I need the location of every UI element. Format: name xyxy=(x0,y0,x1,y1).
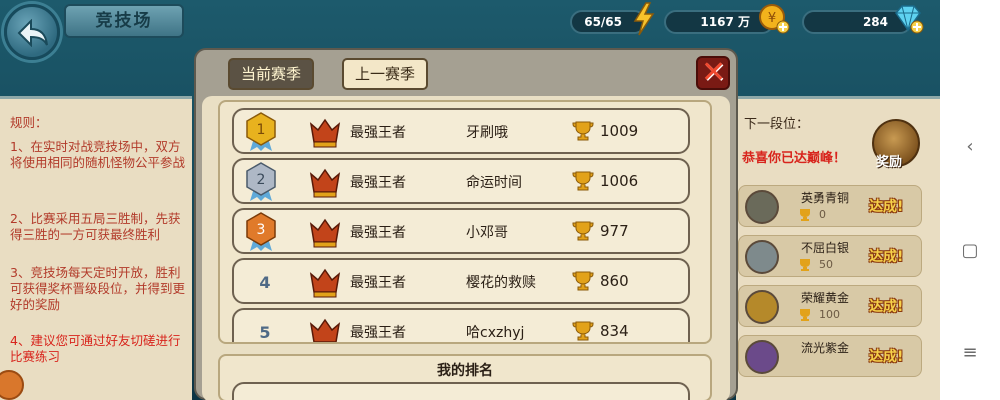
back-arrow-icon xyxy=(17,19,48,47)
trophy-icon xyxy=(572,321,594,341)
player-score: 977 xyxy=(600,222,629,240)
nav-back-icon[interactable]: ‹ xyxy=(940,136,1000,157)
player-title: 最强王者 xyxy=(350,125,406,141)
player-score: 834 xyxy=(600,322,629,340)
gold-coin-icon[interactable]: ¥ xyxy=(758,3,790,35)
rule-item: 1、在实时对战竞技场中，双方将使用相同的随机怪物公平参战 xyxy=(10,139,186,170)
tier-emblem-icon xyxy=(745,190,779,224)
close-x-icon: ✕ xyxy=(701,55,727,90)
player-title: 最强王者 xyxy=(350,225,406,241)
tier-name: 英勇青铜 xyxy=(801,191,850,205)
tier-emblem-icon xyxy=(745,340,779,374)
trophy-icon xyxy=(572,171,594,191)
my-rank-section: 我的排名 xyxy=(218,354,712,400)
trophy-icon xyxy=(800,209,810,221)
trophy-icon xyxy=(800,309,810,321)
leaderboard-row[interactable]: 1 最强王者 牙刷哦 1009 xyxy=(232,108,690,154)
tier-status: 达成! xyxy=(869,249,904,265)
bronze-medal-icon: 3 xyxy=(246,212,276,251)
gem-value: 284 xyxy=(862,15,888,29)
medal-rank: 3 xyxy=(257,222,266,238)
back-button[interactable] xyxy=(4,4,60,60)
leaderboard-row[interactable]: 3 最强王者 小邓哥 977 xyxy=(232,208,690,254)
tier-value: 0 xyxy=(819,208,826,221)
leaderboard-list[interactable]: 1 最强王者 牙刷哦 1009 2 最强王者 命运时间 1006 3 最强王者 … xyxy=(218,100,712,344)
my-rank-row[interactable] xyxy=(232,382,690,400)
player-score: 1009 xyxy=(600,122,639,140)
tier-row: 不屈白银 50 达成! xyxy=(738,235,922,277)
gold-value: 1167 万 xyxy=(700,15,750,29)
player-name: 牙刷哦 xyxy=(466,125,508,141)
player-title: 最强王者 xyxy=(350,175,406,191)
silver-medal-icon: 2 xyxy=(246,162,276,201)
player-rank: 5 xyxy=(259,323,271,342)
tab-current-season[interactable]: 当前赛季 xyxy=(228,58,314,90)
medal-rank: 2 xyxy=(257,172,266,188)
nav-home-icon[interactable]: ▢ xyxy=(940,240,1000,261)
tier-name: 不屈白银 xyxy=(801,241,850,255)
leaderboard-row[interactable]: 2 最强王者 命运时间 1006 xyxy=(232,158,690,204)
lightning-icon xyxy=(633,2,655,36)
rules-panel: 规则： 1、在实时对战竞技场中，双方将使用相同的随机怪物公平参战 2、比赛采用五… xyxy=(0,96,192,400)
tier-status: 达成! xyxy=(869,299,904,315)
tier-status: 达成! xyxy=(869,199,904,215)
rule-item: 2、比赛采用五局三胜制，先获得三胜的一方可获最终胜利 xyxy=(10,211,181,242)
player-name: 哈cxzhyj xyxy=(466,325,525,341)
player-rank: 4 xyxy=(259,273,271,292)
player-title: 最强王者 xyxy=(350,275,406,291)
trophy-icon xyxy=(572,221,594,241)
player-name: 樱花的救赎 xyxy=(466,275,536,291)
tier-emblem-icon xyxy=(745,290,779,324)
rule-item: 3、竞技场每天定时开放，胜利可获得奖杯晋级段位，并得到更好的奖励 xyxy=(10,265,186,312)
leaderboard-row[interactable]: 5 最强王者 哈cxzhyj 834 xyxy=(232,308,690,342)
king-crest-icon xyxy=(309,268,341,298)
rule-item: 4、建议您可通过好友切磋进行比赛练习 xyxy=(10,333,181,364)
tier-value: 50 xyxy=(819,258,833,271)
king-crest-icon xyxy=(309,318,341,342)
tier-panel: 下一段位： 恭喜你已达巅峰！ 奖励 英勇青铜 0 达成! 不屈白银 50 达成!… xyxy=(736,96,940,400)
gold-medal-icon: 1 xyxy=(246,112,276,151)
king-crest-icon xyxy=(309,118,341,148)
tier-row: 荣耀黄金 100 达成! xyxy=(738,285,922,327)
trophy-icon xyxy=(800,259,810,271)
king-crest-icon xyxy=(309,168,341,198)
player-title: 最强王者 xyxy=(350,325,406,341)
tier-row: 英勇青铜 0 达成! xyxy=(738,185,922,227)
tier-status: 达成! xyxy=(869,349,904,365)
tier-name: 荣耀黄金 xyxy=(801,291,850,305)
player-name: 小邓哥 xyxy=(466,225,508,241)
medal-rank: 1 xyxy=(257,122,266,138)
tier-emblem-icon xyxy=(745,240,779,274)
leaderboard-row[interactable]: 4 最强王者 樱花的救赎 860 xyxy=(232,258,690,304)
rules-heading: 规则： xyxy=(10,115,48,130)
page-title-plate: 竞技场 xyxy=(64,4,184,38)
player-name: 命运时间 xyxy=(466,175,522,191)
my-rank-label: 我的排名 xyxy=(437,363,493,379)
trophy-icon xyxy=(572,121,594,141)
system-nav-bar: ‹ ▢ ≡ xyxy=(940,0,1000,400)
leaderboard-panel: 当前赛季 上一赛季 ✕ 1 最强王者 牙刷哦 1009 2 最强王者 命运时间 … xyxy=(194,48,738,400)
player-score: 860 xyxy=(600,272,629,290)
tier-row: 流光紫金 达成! xyxy=(738,335,922,377)
page-title: 竞技场 xyxy=(95,11,153,31)
next-tier-label: 下一段位： xyxy=(744,117,810,132)
close-button[interactable]: ✕ xyxy=(696,55,730,90)
game-screen: 竞技场 65/65 1167 万 ¥ 284 规则： 1、在实时对战竞技场中，双… xyxy=(0,0,940,400)
congrats-text: 恭喜你已达巅峰！ xyxy=(742,151,847,166)
nav-menu-icon[interactable]: ≡ xyxy=(940,342,1000,363)
tab-previous-season[interactable]: 上一赛季 xyxy=(342,58,428,90)
svg-text:¥: ¥ xyxy=(768,11,776,26)
tier-name: 流光紫金 xyxy=(801,341,850,355)
tier-value: 100 xyxy=(819,308,840,321)
trophy-icon xyxy=(572,271,594,291)
reward-label[interactable]: 奖励 xyxy=(876,151,902,170)
player-score: 1006 xyxy=(600,172,639,190)
diamond-icon[interactable] xyxy=(892,4,924,34)
stamina-value: 65/65 xyxy=(584,15,622,29)
king-crest-icon xyxy=(309,218,341,248)
